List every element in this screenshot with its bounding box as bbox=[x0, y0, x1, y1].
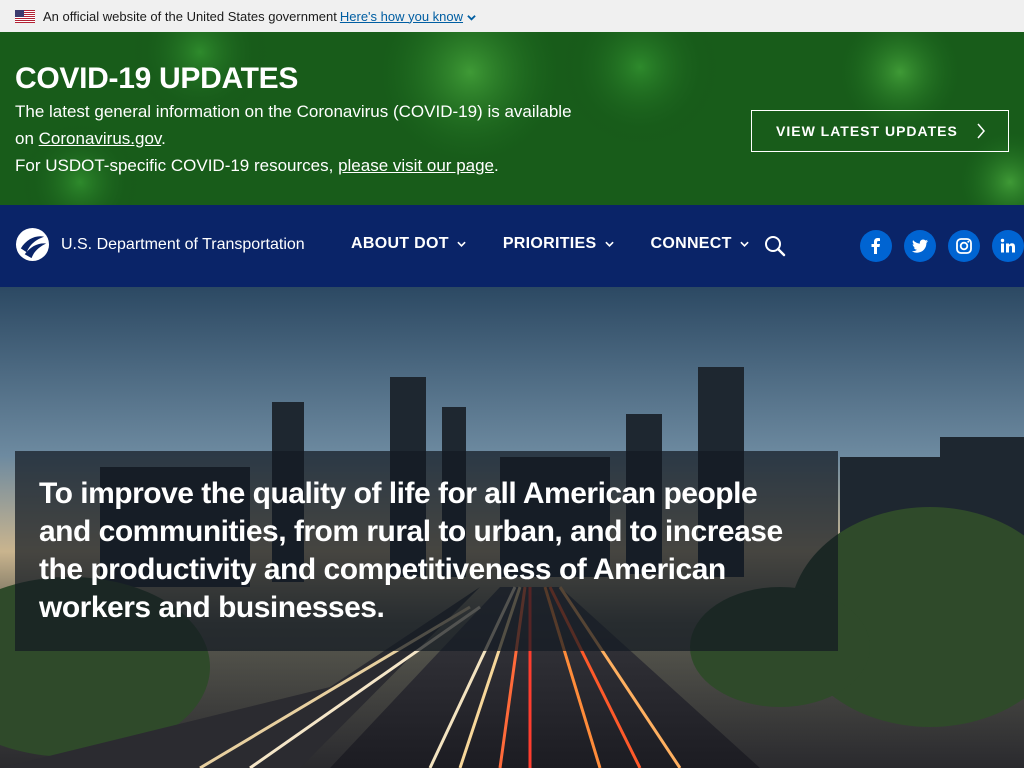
mission-statement: To improve the quality of life for all A… bbox=[39, 477, 783, 624]
us-flag-icon bbox=[15, 9, 35, 23]
dot-logo-link[interactable]: U.S. Department of Transportation bbox=[15, 227, 305, 262]
linkedin-link[interactable] bbox=[992, 230, 1024, 262]
main-navigation: U.S. Department of Transportation ABOUT … bbox=[0, 205, 1024, 287]
twitter-link[interactable] bbox=[904, 230, 936, 262]
covid-usdot-text: For USDOT-specific COVID-19 resources, p… bbox=[15, 152, 585, 179]
menu-priorities-label: PRIORITIES bbox=[502, 235, 597, 252]
linkedin-icon bbox=[1000, 238, 1015, 253]
twitter-icon bbox=[911, 239, 928, 253]
gov-banner-text: An official website of the United States… bbox=[43, 8, 337, 24]
dot-logo-text: U.S. Department of Transportation bbox=[61, 235, 305, 253]
covid-text-2-end: . bbox=[494, 156, 499, 175]
chevron-down-icon bbox=[457, 241, 466, 247]
primary-menu: ABOUT DOT PRIORITIES CONNECT bbox=[351, 235, 786, 253]
covid-text-1-end: . bbox=[161, 129, 166, 148]
instagram-icon bbox=[956, 238, 972, 254]
menu-connect[interactable]: CONNECT bbox=[651, 235, 749, 253]
menu-priorities[interactable]: PRIORITIES bbox=[503, 235, 614, 253]
search-icon[interactable] bbox=[764, 235, 786, 257]
visit-our-page-link[interactable]: please visit our page bbox=[338, 156, 494, 175]
covid-title: COVID-19 UPDATES bbox=[15, 62, 299, 95]
hero-section: To improve the quality of life for all A… bbox=[0, 287, 1024, 768]
view-latest-updates-label: VIEW LATEST UPDATES bbox=[776, 123, 958, 139]
facebook-link[interactable] bbox=[860, 230, 892, 262]
menu-connect-label: CONNECT bbox=[650, 235, 732, 252]
mission-statement-box: To improve the quality of life for all A… bbox=[15, 451, 838, 651]
view-latest-updates-button[interactable]: VIEW LATEST UPDATES bbox=[751, 110, 1009, 152]
heres-how-you-know-label: Here's how you know bbox=[339, 8, 464, 24]
covid-info-text: The latest general information on the Co… bbox=[15, 98, 585, 152]
menu-about-dot-label: ABOUT DOT bbox=[351, 235, 449, 252]
menu-about-dot[interactable]: ABOUT DOT bbox=[351, 235, 466, 253]
coronavirus-gov-link[interactable]: Coronavirus.gov bbox=[39, 129, 162, 148]
chevron-right-icon bbox=[977, 123, 985, 139]
covid-text-2: For USDOT-specific COVID-19 resources, bbox=[15, 156, 339, 175]
chevron-down-icon bbox=[604, 241, 614, 247]
dot-logo-icon bbox=[15, 227, 50, 262]
chevron-down-icon bbox=[467, 14, 476, 21]
facebook-icon bbox=[871, 238, 880, 254]
chevron-down-icon bbox=[740, 241, 749, 247]
instagram-link[interactable] bbox=[948, 230, 980, 262]
covid-updates-banner: COVID-19 UPDATES The latest general info… bbox=[0, 32, 1024, 205]
gov-banner: An official website of the United States… bbox=[0, 0, 1024, 32]
heres-how-you-know-link[interactable]: Here's how you know bbox=[340, 9, 476, 24]
